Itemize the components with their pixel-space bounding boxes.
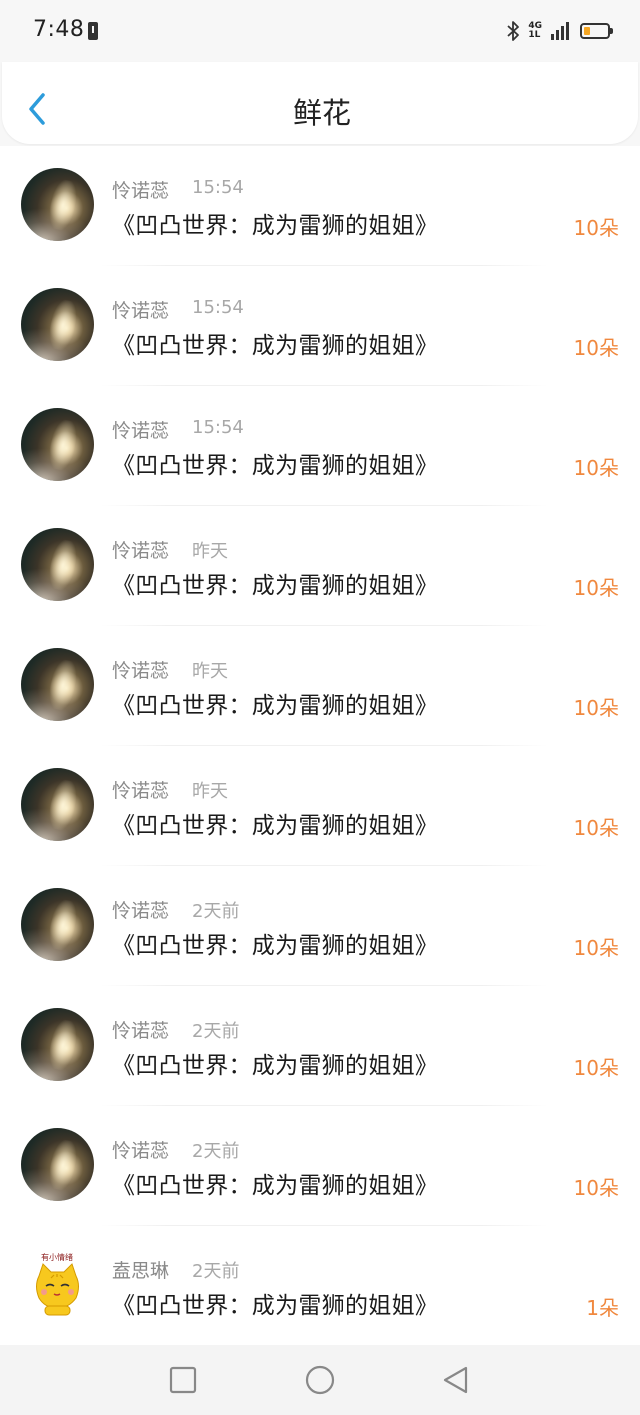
flower-count: 10朵	[573, 696, 619, 720]
timestamp: 15:54	[192, 177, 244, 198]
nav-back-button[interactable]	[441, 1365, 471, 1395]
timestamp: 2天前	[192, 1261, 240, 1282]
timestamp: 2天前	[192, 1021, 240, 1042]
flower-count: 10朵	[573, 1176, 619, 1200]
header: 鲜花	[0, 62, 640, 146]
network-type: 4G 1L	[528, 22, 542, 40]
timestamp: 15:54	[192, 297, 244, 318]
avatar[interactable]	[21, 408, 94, 481]
list-item[interactable]: 怜诺蕊 15:54 《凹凸世界：成为雷狮的姐姐》 10朵	[0, 146, 640, 266]
user-name[interactable]: 怜诺蕊	[112, 296, 169, 323]
user-name[interactable]: 怜诺蕊	[112, 416, 169, 443]
flower-count: 10朵	[573, 816, 619, 840]
timestamp: 2天前	[192, 1141, 240, 1162]
book-title[interactable]: 《凹凸世界：成为雷狮的姐姐》	[112, 1166, 438, 1200]
list-item[interactable]: 怜诺蕊 15:54 《凹凸世界：成为雷狮的姐姐》 10朵	[0, 386, 640, 506]
status-icons: 4G 1L	[506, 18, 613, 44]
timestamp: 昨天	[192, 781, 228, 802]
timestamp: 2天前	[192, 901, 240, 922]
avatar[interactable]	[21, 648, 94, 721]
list-item[interactable]: 怜诺蕊 昨天《凹凸世界：成为雷狮的姐姐》 10朵	[0, 506, 640, 626]
book-title[interactable]: 《凹凸世界：成为雷狮的姐姐》	[112, 1286, 438, 1320]
avatar[interactable]	[21, 288, 94, 361]
flower-count: 10朵	[573, 1056, 619, 1080]
flower-count: 10朵	[573, 336, 619, 360]
alert-icon	[88, 22, 98, 40]
user-name[interactable]: 怜诺蕊	[112, 656, 169, 683]
flower-count: 10朵	[573, 216, 619, 240]
page-title: 鲜花	[292, 96, 351, 130]
list-item[interactable]: 怜诺蕊 昨天《凹凸世界：成为雷狮的姐姐》 10朵	[0, 746, 640, 866]
bluetooth-icon	[507, 21, 520, 41]
avatar[interactable]	[21, 168, 94, 241]
avatar[interactable]	[21, 888, 94, 961]
header-card: 鲜花	[2, 62, 638, 144]
user-name[interactable]: 怜诺蕊	[112, 176, 169, 203]
list-item[interactable]: 怜诺蕊 2天前《凹凸世界：成为雷狮的姐姐》 10朵	[0, 866, 640, 986]
book-title[interactable]: 《凹凸世界：成为雷狮的姐姐》	[112, 566, 438, 600]
list-item[interactable]: 怜诺蕊 昨天《凹凸世界：成为雷狮的姐姐》 10朵	[0, 626, 640, 746]
list-item[interactable]: 怜诺蕊 15:54 《凹凸世界：成为雷狮的姐姐》 10朵	[0, 266, 640, 386]
flower-count: 1朵	[586, 1296, 619, 1320]
flower-list: 怜诺蕊 15:54 《凹凸世界：成为雷狮的姐姐》 10朵 怜诺蕊 15:54 《凹凸世界：成…	[0, 146, 640, 1346]
avatar[interactable]	[21, 1128, 94, 1201]
recent-apps-button[interactable]	[168, 1365, 198, 1395]
user-name[interactable]: 怜诺蕊	[112, 1136, 169, 1163]
home-button[interactable]	[305, 1365, 335, 1395]
timestamp: 昨天	[192, 661, 228, 682]
timestamp: 昨天	[192, 541, 228, 562]
avatar[interactable]	[21, 1008, 94, 1081]
status-bar: 7:48 4G 1L	[0, 0, 640, 62]
status-time: 7:48	[33, 17, 85, 42]
square-icon	[169, 1366, 197, 1394]
battery-level	[584, 27, 590, 35]
screen: 7:48 4G 1L 鲜花 怜诺蕊 15:54 《凹凸世界：成为雷狮的姐姐》 1…	[0, 0, 640, 1415]
avatar[interactable]	[21, 528, 94, 601]
list-item[interactable]: 怜诺蕊 2天前《凹凸世界：成为雷狮的姐姐》 10朵	[0, 1106, 640, 1226]
book-title[interactable]: 《凹凸世界：成为雷狮的姐姐》	[112, 1046, 438, 1080]
avatar[interactable]	[21, 768, 94, 841]
user-name[interactable]: 盍思琳	[112, 1256, 169, 1283]
book-title[interactable]: 《凹凸世界：成为雷狮的姐姐》	[112, 446, 438, 480]
signal-icon	[551, 22, 569, 40]
book-title[interactable]: 《凹凸世界：成为雷狮的姐姐》	[112, 326, 438, 360]
cat-avatar-label: 有小情绪	[41, 1252, 73, 1262]
circle-icon	[305, 1365, 335, 1395]
list-item[interactable]: 有小情绪 盍思琳 2天前《凹凸世界：成为雷狮的姐姐》 1朵	[0, 1226, 640, 1346]
triangle-back-icon	[443, 1366, 468, 1394]
book-title[interactable]: 《凹凸世界：成为雷狮的姐姐》	[112, 806, 438, 840]
book-title[interactable]: 《凹凸世界：成为雷狮的姐姐》	[112, 926, 438, 960]
user-name[interactable]: 怜诺蕊	[112, 536, 169, 563]
book-title[interactable]: 《凹凸世界：成为雷狮的姐姐》	[112, 206, 438, 240]
user-name[interactable]: 怜诺蕊	[112, 776, 169, 803]
flower-count: 10朵	[573, 576, 619, 600]
user-name[interactable]: 怜诺蕊	[112, 1016, 169, 1043]
user-name[interactable]: 怜诺蕊	[112, 896, 169, 923]
timestamp: 15:54	[192, 417, 244, 438]
book-title[interactable]: 《凹凸世界：成为雷狮的姐姐》	[112, 686, 438, 720]
list-item[interactable]: 怜诺蕊 2天前《凹凸世界：成为雷狮的姐姐》 10朵	[0, 986, 640, 1106]
battery-icon	[580, 23, 613, 39]
cat-icon: 有小情绪	[36, 1252, 79, 1316]
cat-avatar[interactable]: 有小情绪	[21, 1248, 94, 1321]
flower-count: 10朵	[573, 456, 619, 480]
system-nav-bar	[0, 1345, 640, 1415]
network-type-bottom: 1L	[528, 30, 541, 40]
flower-count: 10朵	[573, 936, 619, 960]
